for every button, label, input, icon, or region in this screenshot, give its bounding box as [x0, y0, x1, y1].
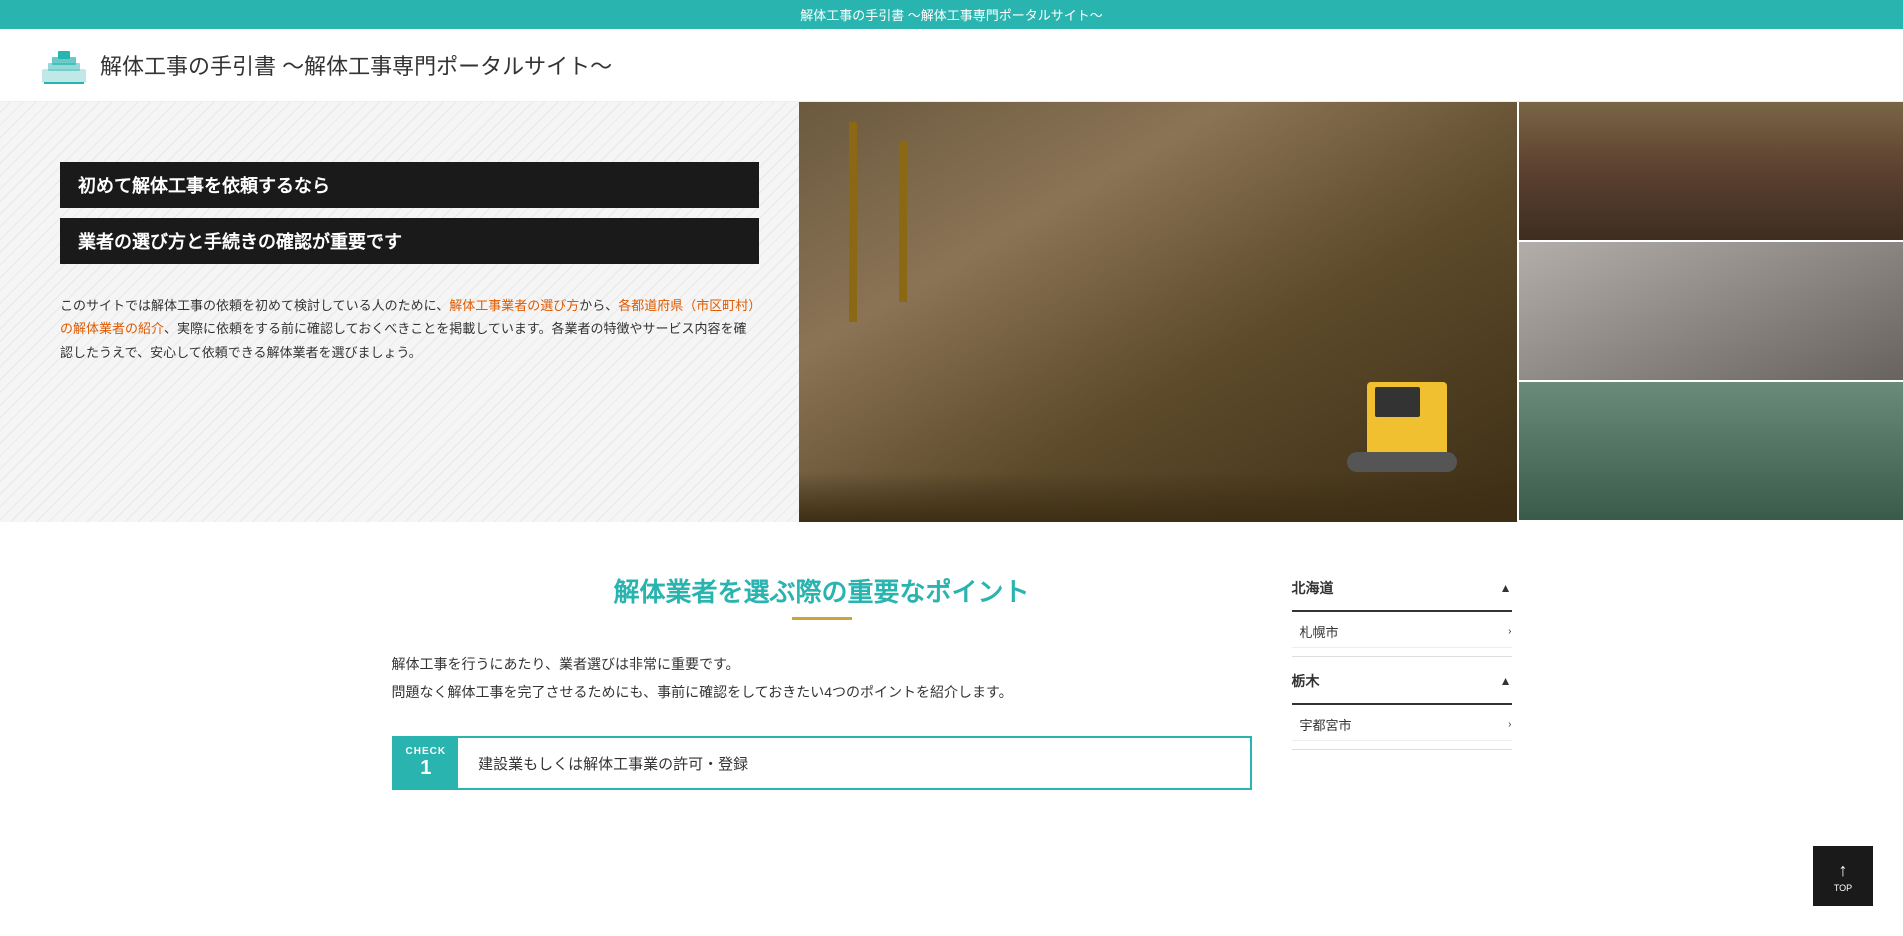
sidebar-divider-2	[1292, 749, 1512, 750]
hero-headline2: 業者の選び方と手続きの確認が重要です	[60, 218, 759, 264]
sidebar-region-title-hokkaido[interactable]: 北海道 ▲	[1292, 572, 1512, 604]
sidebar-city-name-sapporo: 札幌市	[1300, 622, 1339, 641]
chevron-icon-sapporo: ›	[1508, 626, 1511, 637]
up-arrow-icon: ↑	[1839, 860, 1848, 881]
top-bar-text: 解体工事の手引書 〜解体工事専門ポータルサイト〜	[800, 8, 1103, 23]
sidebar-region-title-tochigi[interactable]: 栃木 ▲	[1292, 665, 1512, 697]
content-left: 解体業者を選ぶ際の重要なポイント 解体工事を行うにあたり、業者選びは非常に重要で…	[392, 572, 1252, 810]
sidebar-region-hokkaido: 北海道 ▲	[1292, 572, 1512, 612]
sidebar-city-sapporo[interactable]: 札幌市 ›	[1292, 616, 1512, 648]
chevron-icon-utsunomiya: ›	[1508, 719, 1511, 730]
sidebar-city-utsunomiya[interactable]: 宇都宮市 ›	[1292, 709, 1512, 741]
excavator-tracks	[1347, 452, 1457, 472]
side-image-bottom	[1517, 382, 1903, 522]
side-image-middle	[1517, 242, 1903, 382]
debris-decoration	[799, 472, 1516, 522]
hero-section: 初めて解体工事を依頼するなら 業者の選び方と手続きの確認が重要です このサイトで…	[0, 102, 1903, 522]
site-title: 解体工事の手引書 〜解体工事専門ポータルサイト〜	[100, 49, 612, 81]
section-title: 解体業者を選ぶ際の重要なポイント	[392, 572, 1252, 609]
hero-main-image	[799, 102, 1516, 522]
check-number: 1	[420, 757, 431, 780]
sidebar-region-tochigi: 栃木 ▲	[1292, 665, 1512, 705]
check-badge: CHECK 1	[394, 738, 459, 788]
back-to-top-button[interactable]: ↑ TOP	[1813, 846, 1873, 906]
sidebar-region-name-tochigi: 栃木	[1292, 671, 1320, 691]
hero-side-images	[1517, 102, 1903, 522]
hero-body: このサイトでは解体工事の依頼を初めて検討している人のために、解体工事業者の選び方…	[60, 294, 759, 364]
sidebar: 北海道 ▲ 札幌市 › 栃木 ▲ 宇都宮市 ›	[1292, 572, 1512, 810]
hero-images	[799, 102, 1903, 522]
section-desc: 解体工事を行うにあたり、業者選びは非常に重要です。 問題なく解体工事を完了させる…	[392, 650, 1252, 706]
check-label: CHECK	[406, 746, 447, 757]
site-logo-icon	[40, 41, 88, 89]
wooden-frame-decoration	[819, 122, 999, 322]
title-underline	[792, 617, 852, 620]
check-content: 建設業もしくは解体工事業の許可・登録	[458, 738, 768, 788]
hero-headline1: 初めて解体工事を依頼するなら	[60, 162, 759, 208]
sidebar-arrow-hokkaido: ▲	[1500, 581, 1512, 595]
top-bar: 解体工事の手引書 〜解体工事専門ポータルサイト〜	[0, 0, 1903, 29]
hero-left: 初めて解体工事を依頼するなら 業者の選び方と手続きの確認が重要です このサイトで…	[0, 102, 799, 522]
excavator-decoration	[1327, 352, 1487, 492]
side-image-top	[1517, 102, 1903, 242]
section-desc-line1: 解体工事を行うにあたり、業者選びは非常に重要です。	[392, 656, 740, 672]
section-desc-line2: 問題なく解体工事を完了させるためにも、事前に確認をしておきたい4つのポイントを紹…	[392, 684, 1013, 700]
site-header: 解体工事の手引書 〜解体工事専門ポータルサイト〜	[0, 29, 1903, 102]
sidebar-divider-1	[1292, 656, 1512, 657]
main-content: 解体業者を選ぶ際の重要なポイント 解体工事を行うにあたり、業者選びは非常に重要で…	[352, 522, 1552, 850]
hero-link1[interactable]: 解体工事業者の選び方	[449, 298, 579, 313]
hero-link2[interactable]: 各都道府県（市区町村）の解体業者の紹介	[60, 298, 755, 336]
sidebar-arrow-tochigi: ▲	[1500, 674, 1512, 688]
back-to-top-label: TOP	[1834, 883, 1852, 893]
excavator-cab	[1367, 382, 1447, 452]
check-card-1: CHECK 1 建設業もしくは解体工事業の許可・登録	[392, 736, 1252, 790]
sidebar-city-name-utsunomiya: 宇都宮市	[1300, 715, 1352, 734]
sidebar-region-name-hokkaido: 北海道	[1292, 578, 1334, 598]
